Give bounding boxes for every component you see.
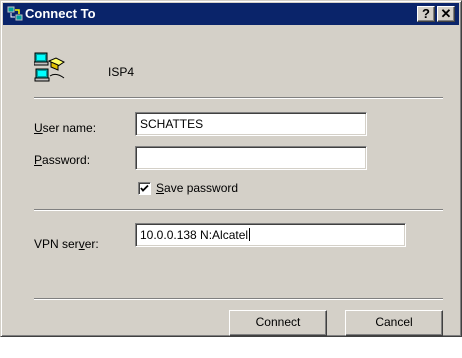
password-input[interactable] (135, 146, 367, 170)
connection-name: ISP4 (108, 65, 135, 79)
window-title: Connect To (25, 6, 96, 21)
separator (34, 298, 443, 300)
help-button[interactable]: ? (417, 6, 435, 22)
checkmark-icon (140, 184, 149, 192)
close-button[interactable]: ✕ (437, 6, 455, 22)
password-label: Password: (34, 153, 91, 167)
save-password-checkbox[interactable] (138, 182, 151, 195)
title-bar[interactable]: Connect To ? ✕ (3, 3, 459, 25)
username-input[interactable]: SCHATTES (135, 112, 367, 136)
vpn-server-input[interactable]: 10.0.0.138 N:Alcatel (135, 223, 406, 247)
save-password-label[interactable]: Save password (156, 181, 238, 195)
username-label: User name: (34, 121, 97, 135)
text-caret (249, 228, 251, 241)
separator (34, 209, 443, 211)
network-connection-icon (7, 6, 23, 22)
separator (34, 97, 443, 99)
connect-to-dialog: Connect To ? ✕ ISP4 User name: SCHATTES … (0, 0, 462, 337)
dialup-connection-icon (33, 52, 68, 84)
cancel-button[interactable]: Cancel (345, 310, 443, 336)
vpn-server-label: VPN server: (34, 237, 99, 251)
connect-button[interactable]: Connect (229, 310, 327, 336)
